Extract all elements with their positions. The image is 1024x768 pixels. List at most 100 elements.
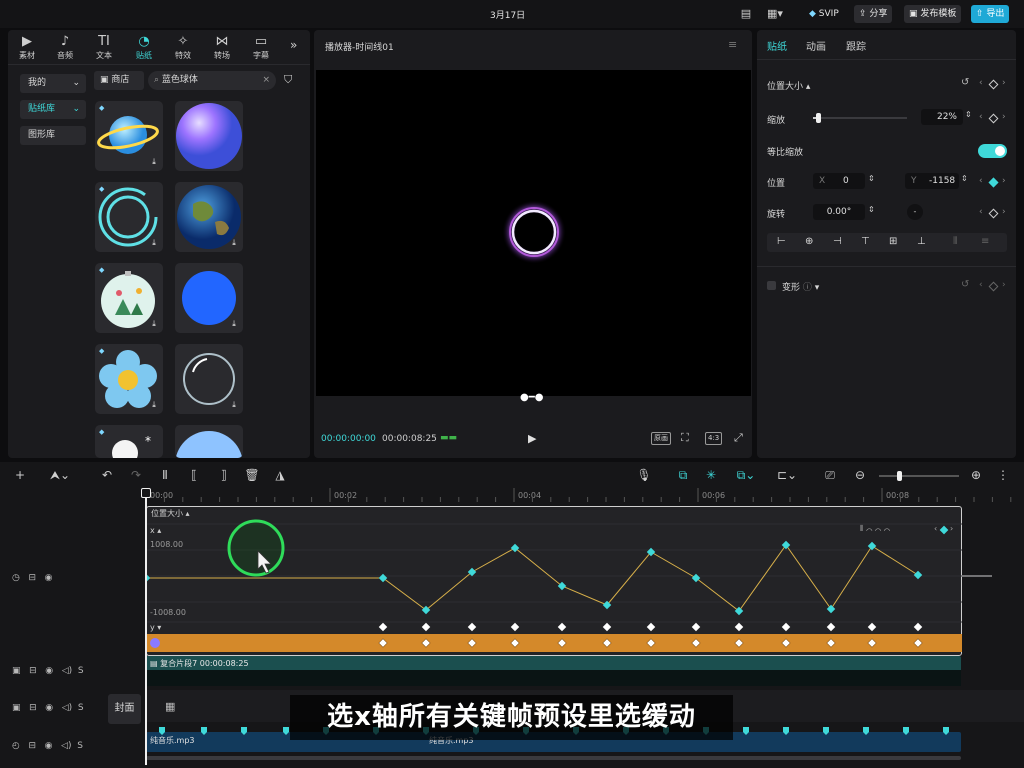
aspect-ratio-button[interactable]: 4:3 (705, 432, 723, 445)
scale-stepper-icon[interactable]: ⇕ (965, 110, 972, 119)
eye-icon[interactable]: ◉ (45, 666, 53, 676)
trim-left-icon[interactable]: ⟦ (186, 465, 202, 485)
lock-icon[interactable]: ⊟ (28, 573, 36, 583)
export-button[interactable]: ⇧ 导出 (971, 5, 1010, 23)
play-icon[interactable]: ▶ (528, 432, 536, 445)
zoom-in-icon[interactable]: ⊕ (968, 465, 984, 485)
compound-clip[interactable]: ▤ 复合片段7 00:00:08:25 (146, 656, 961, 686)
sticker-planet[interactable]: ◆ ⤓ (95, 101, 163, 171)
playhead[interactable] (145, 490, 147, 765)
sticker-earth[interactable]: ⤓ (175, 182, 243, 252)
tab-effects[interactable]: ✧ 特效 (164, 30, 202, 61)
prev-keyframe-icon[interactable]: ‹ (979, 176, 983, 186)
tab-caption[interactable]: ▭ 字幕 (242, 30, 280, 61)
lock-icon[interactable]: ⊟ (29, 703, 37, 713)
sidebar-item-mine[interactable]: 我的 ⌄ (20, 74, 86, 93)
tab-text[interactable]: TI 文本 (85, 30, 123, 61)
zoom-out-icon[interactable]: ⊖ (852, 465, 868, 485)
clock-icon[interactable]: ◷ (12, 573, 20, 583)
playhead-handle[interactable] (141, 488, 151, 498)
keyboard-icon[interactable]: ▤ (738, 6, 754, 22)
split-icon[interactable]: Ⅱ (157, 465, 173, 485)
sticker-bubble[interactable]: ⤓ (175, 344, 243, 414)
more-options-icon[interactable]: ⋮ (997, 465, 1009, 485)
align-top-icon[interactable]: ⊤ (861, 236, 870, 247)
zoom-slider-handle[interactable] (897, 471, 902, 481)
align-center-h-icon[interactable]: ⊕ (805, 236, 813, 247)
share-button[interactable]: ⇪ 分享 (854, 5, 893, 23)
download-icon[interactable]: ⤓ (229, 238, 239, 248)
lock-icon[interactable]: ⊟ (28, 741, 36, 751)
trim-right-icon[interactable]: ⟧ (216, 465, 232, 485)
next-keyframe-icon[interactable]: › (1002, 176, 1006, 186)
microphone-icon[interactable]: 🎙 (636, 465, 652, 485)
tab-transition[interactable]: ⋈ 转场 (203, 30, 241, 61)
scale-keyframe-icon[interactable] (988, 113, 999, 124)
prev-keyframe-icon[interactable]: ‹ (979, 112, 983, 122)
publish-template-button[interactable]: ▣ 发布模板 (904, 5, 962, 23)
sticker-ring[interactable]: ◆ ⤓ (95, 182, 163, 252)
rotation-stepper-icon[interactable]: ⇕ (868, 205, 875, 214)
scale-slider[interactable] (813, 113, 907, 123)
shield-icon[interactable]: ⛉ (284, 73, 292, 87)
keyframe-track-bar[interactable] (146, 634, 962, 652)
eye-icon[interactable]: ◉ (45, 573, 53, 583)
position-keyframe-active-icon[interactable] (988, 177, 999, 188)
solo-icon[interactable]: S (78, 666, 84, 676)
zoom-slider[interactable] (879, 471, 959, 481)
clear-icon[interactable]: × (262, 71, 270, 90)
sticker-search-input[interactable]: ⌕ 蓝色球体 × (148, 71, 276, 90)
align-bottom-icon[interactable]: ⊥ (917, 236, 926, 247)
distribute-v-icon[interactable]: ≡ (981, 236, 989, 247)
screenshot-icon[interactable]: ⎚ (822, 465, 838, 485)
next-keyframe-icon[interactable]: › (1002, 78, 1006, 88)
position-y-field[interactable]: Y -1158 (905, 173, 959, 189)
rotation-input[interactable]: 0.00° (813, 204, 865, 220)
eye-icon[interactable]: ◉ (45, 703, 53, 713)
tab-sticker[interactable]: ◔ 贴纸 (125, 30, 163, 61)
tab-audio[interactable]: ♪ 音频 (46, 30, 84, 61)
delete-icon[interactable]: 🗑 (244, 465, 260, 485)
quality-button[interactable]: 原画 (651, 432, 671, 445)
align-right-icon[interactable]: ⊣ (833, 236, 842, 247)
position-x-field[interactable]: X0 (813, 173, 865, 189)
solo-icon[interactable]: S (77, 741, 83, 751)
reset-icon[interactable]: ↺ (961, 279, 969, 290)
sticker-light-blue-circle[interactable] (175, 425, 243, 458)
align-center-v-icon[interactable]: ⊞ (889, 236, 897, 247)
keyframe-toggle-icon[interactable] (988, 79, 999, 90)
eye-icon[interactable]: ◉ (45, 741, 53, 751)
more-tabs-icon[interactable]: » (290, 38, 297, 52)
select-tool-icon[interactable]: ⮝⌄ (45, 465, 75, 485)
reset-icon[interactable]: ↺ (961, 77, 969, 88)
download-icon[interactable]: ⤓ (149, 238, 159, 248)
next-keyframe-icon[interactable]: › (1002, 112, 1006, 122)
download-icon[interactable]: ⤓ (149, 400, 159, 410)
timeline-scrollbar[interactable] (146, 756, 961, 760)
y-stepper-icon[interactable]: ⇕ (961, 174, 968, 183)
redo-icon[interactable]: ↷ (128, 465, 144, 485)
solo-icon[interactable]: S (78, 703, 84, 713)
x-stepper-icon[interactable]: ⇕ (868, 174, 875, 183)
next-keyframe-icon[interactable]: › (1002, 280, 1006, 290)
uniform-scale-toggle[interactable] (978, 144, 1007, 158)
prev-keyframe-icon[interactable]: ‹ (979, 78, 983, 88)
sticker-christmas-ball[interactable]: ◆ ⤓ (95, 263, 163, 333)
svip-button[interactable]: ◆ SVIP (804, 5, 844, 23)
sticker-purple-sphere[interactable] (175, 101, 243, 171)
tab-tracking[interactable]: 跟踪 (846, 38, 866, 53)
volume-icon[interactable]: ◁) (62, 666, 72, 676)
preview-axis-icon[interactable]: ⊏⌄ (772, 465, 802, 485)
main-track-magnet-icon[interactable]: ⧉ (672, 465, 694, 485)
rotation-keyframe-icon[interactable] (988, 208, 999, 219)
sidebar-item-shape-library[interactable]: 图形库 (20, 126, 86, 145)
scale-slider-handle[interactable] (815, 113, 821, 123)
download-icon[interactable]: ⤓ (229, 400, 239, 410)
add-track-icon[interactable]: + (12, 465, 28, 485)
layout-icon[interactable]: ▦▾ (764, 6, 786, 22)
tab-media[interactable]: ▶ 素材 (8, 30, 46, 61)
store-button[interactable]: ▣ 商店 (94, 71, 144, 90)
rotation-dial-icon[interactable]: - (907, 204, 923, 220)
cover-button[interactable]: 封面 (108, 694, 141, 724)
fit-screen-icon[interactable]: ⛶ (681, 431, 689, 445)
